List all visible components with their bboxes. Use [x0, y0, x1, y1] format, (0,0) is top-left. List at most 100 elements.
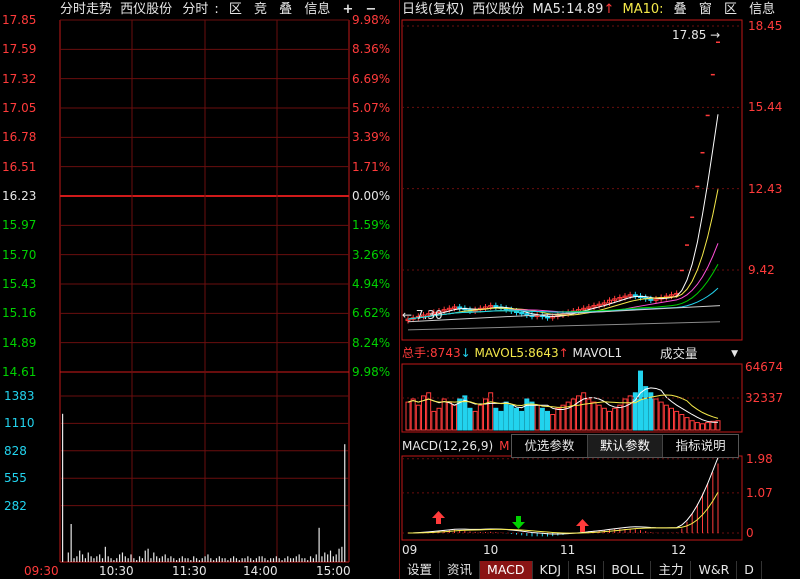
- mavol5-label: MAVOL5:: [474, 346, 529, 360]
- preferred-params-button[interactable]: 优选参数: [512, 435, 587, 457]
- time-tick-label: 10:30: [99, 564, 134, 578]
- macd-dif-line: [407, 457, 719, 535]
- intraday-volume-bar: [204, 556, 206, 562]
- kline-volume-bar: [700, 423, 705, 431]
- intraday-volume-bar: [116, 558, 118, 562]
- intraday-volume-bar: [233, 556, 235, 562]
- tab-rsi[interactable]: RSI: [569, 561, 605, 579]
- intraday-volume-bar: [164, 554, 166, 562]
- intraday-volume-bar: [144, 550, 146, 562]
- intraday-volume-bar: [287, 556, 289, 562]
- intraday-volume-bar: [298, 554, 300, 562]
- intraday-volume-bar: [119, 554, 121, 562]
- sell-signal-icon: [512, 516, 525, 529]
- intraday-volume-bar: [79, 550, 81, 562]
- tab-main-force[interactable]: 主力: [651, 561, 692, 579]
- price-tick-label: 16.78: [2, 130, 37, 145]
- percent-tick-label: 4.94%: [352, 277, 391, 291]
- intraday-volume-bar: [312, 558, 314, 562]
- price-tick-label: 15.16: [2, 306, 37, 321]
- intraday-volume-bar: [295, 556, 297, 562]
- kline-volume-bar: [410, 398, 416, 431]
- total-volume-value: 8743: [430, 346, 461, 360]
- intraday-volume-bar: [62, 413, 64, 562]
- intraday-volume-bar: [270, 558, 272, 562]
- macd-label[interactable]: MACD(12,26,9): [402, 439, 493, 453]
- intraday-volume-bar: [158, 558, 161, 562]
- kline-price-tick-label: 18.45: [748, 19, 783, 34]
- intraday-volume-bar: [327, 554, 329, 562]
- intraday-volume-bar: [136, 560, 138, 562]
- intraday-volume-bar: [193, 556, 195, 562]
- kline-volume-bar: [674, 410, 680, 431]
- ma5-line: [407, 114, 719, 320]
- tab-d[interactable]: D: [737, 561, 762, 579]
- intraday-volume-bar: [292, 558, 295, 562]
- tab-boll[interactable]: BOLL: [604, 561, 652, 579]
- intraday-volume-bar: [110, 558, 112, 562]
- indicator-select[interactable]: 成交量 ▼: [652, 345, 740, 363]
- intraday-volume-bar: [275, 556, 277, 562]
- ma-longer-line: [407, 321, 721, 331]
- buy-signal-icon: [432, 511, 445, 524]
- kline-candle: [524, 313, 530, 316]
- indicator-help-button[interactable]: 指标说明: [663, 435, 738, 457]
- buy-signal-icon: [576, 519, 589, 532]
- tab-news[interactable]: 资讯: [440, 561, 481, 579]
- intraday-volume-bar: [176, 560, 178, 562]
- intraday-volume-bar: [215, 558, 218, 562]
- intraday-volume-bar: [304, 558, 306, 562]
- volume-tick-label: 828: [4, 443, 27, 458]
- default-params-button[interactable]: 默认参数: [586, 435, 664, 457]
- kline-volume-bar: [596, 404, 602, 431]
- kline-chart[interactable]: [400, 0, 800, 579]
- kline-price-tick-label: 12.43: [748, 181, 783, 196]
- intraday-volume-bar: [344, 444, 346, 562]
- intraday-volume-bar: [247, 556, 249, 562]
- intraday-volume-bar: [150, 558, 152, 562]
- price-tick-label: 17.85: [2, 13, 37, 27]
- intraday-volume-bar: [290, 558, 292, 562]
- kline-candle: [493, 305, 499, 308]
- kline-volume-bar: [617, 404, 623, 431]
- intraday-volume-bar: [90, 556, 92, 562]
- month-tick-label: 09: [402, 543, 418, 557]
- intraday-volume-bar: [332, 556, 334, 562]
- mavol10-label: MAVOL1: [572, 346, 623, 360]
- intraday-volume-bar: [235, 558, 238, 562]
- kline-volume-bar: [498, 410, 504, 431]
- intraday-volume-bar: [153, 552, 155, 562]
- volume-tick-label: 1383: [4, 389, 35, 403]
- intraday-volume-bar: [173, 558, 175, 562]
- kline-volume-bar: [669, 407, 674, 431]
- intraday-volume-bar: [67, 552, 69, 562]
- intraday-volume-bar: [187, 558, 189, 562]
- macd-tick-label: 1.07: [746, 485, 773, 500]
- kline-candle: [648, 298, 654, 301]
- kline-price-tick-label: 15.44: [748, 100, 783, 115]
- kline-volume-bar: [493, 407, 499, 431]
- ma10-line: [407, 189, 719, 320]
- time-tick-label: 11:30: [172, 564, 207, 578]
- intraday-volume-bar: [321, 556, 323, 562]
- tab-kdj[interactable]: KDJ: [532, 561, 570, 579]
- intraday-volume-bar: [113, 560, 115, 562]
- tab-wr[interactable]: W&R: [691, 561, 738, 579]
- tab-macd[interactable]: MACD: [480, 561, 533, 579]
- kline-volume-bar: [689, 420, 695, 431]
- percent-tick-label: 8.24%: [352, 335, 391, 350]
- kline-volume-bar: [472, 410, 478, 431]
- intraday-volume-bar: [76, 556, 78, 562]
- tab-settings[interactable]: 设置: [400, 561, 441, 579]
- intraday-volume-bar: [241, 558, 243, 562]
- kline-volume-bar: [658, 401, 664, 431]
- intraday-volume-bar: [81, 554, 84, 562]
- time-tick-label: 14:00: [243, 564, 278, 578]
- mavol5-value: 8643: [528, 346, 559, 360]
- price-tick-label: 17.05: [2, 101, 37, 115]
- intraday-volume-bar: [107, 556, 109, 562]
- intraday-chart[interactable]: [0, 0, 400, 579]
- intraday-volume-bar: [221, 558, 223, 562]
- kline-volume-bar: [627, 395, 633, 431]
- intraday-volume-bar: [238, 560, 240, 562]
